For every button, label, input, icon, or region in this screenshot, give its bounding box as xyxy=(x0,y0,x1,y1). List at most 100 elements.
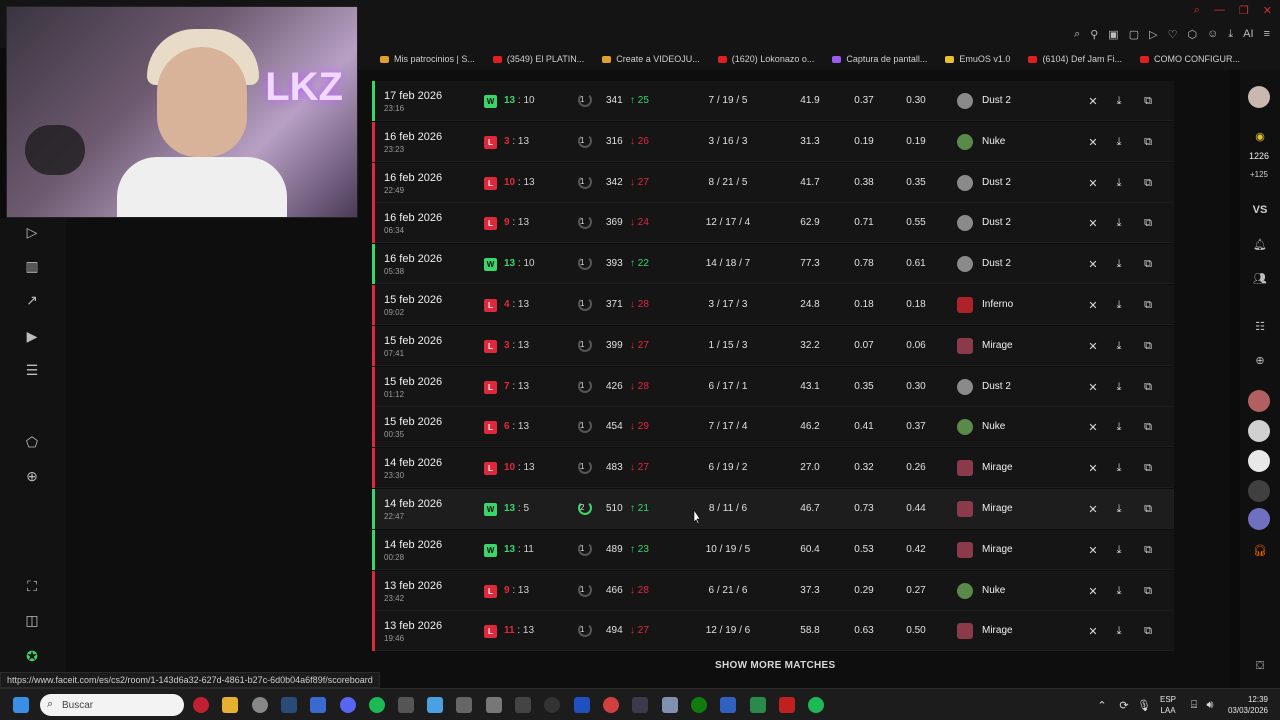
friend-avatar[interactable] xyxy=(1248,450,1270,472)
friend-avatar[interactable] xyxy=(1248,508,1270,530)
club-icon[interactable]: ⬠ xyxy=(22,432,42,452)
download-demo-icon[interactable]: ⤓ xyxy=(1112,502,1126,516)
notifications-icon[interactable]: 🔔︎ xyxy=(1250,234,1270,254)
download-demo-icon[interactable]: ⤓ xyxy=(1112,298,1126,312)
compare-icon[interactable]: ✕ xyxy=(1086,502,1100,516)
compare-icon[interactable]: ✕ xyxy=(1086,298,1100,312)
play-icon[interactable]: ▷ xyxy=(1149,28,1157,41)
windows-start-icon[interactable] xyxy=(13,697,29,713)
bookmark-item[interactable]: (6104) Def Jam Fi... xyxy=(1028,54,1122,64)
microphone-icon[interactable]: 🎙︎ xyxy=(1134,695,1154,715)
minimize-icon[interactable]: — xyxy=(1214,4,1225,17)
friend-avatar[interactable] xyxy=(1248,390,1270,412)
download-demo-icon[interactable]: ⤓ xyxy=(1112,380,1126,394)
zoom-icon[interactable]: ⌕ xyxy=(1074,28,1080,41)
friend-avatar[interactable] xyxy=(1248,480,1270,502)
download-demo-icon[interactable]: ⤓ xyxy=(1112,176,1126,190)
match-row[interactable]: 13 feb 2026 19:46 L 11 : 13 1 494 ↓ 27 1… xyxy=(372,611,1174,651)
app-icon[interactable] xyxy=(310,697,326,713)
ai-button[interactable]: AI xyxy=(1243,28,1253,41)
opera-gx-icon[interactable] xyxy=(193,697,209,713)
system-clock[interactable]: 12:39 03/03/2026 xyxy=(1228,694,1268,716)
match-row[interactable]: 16 feb 2026 22:49 L 10 : 13 1 342 ↓ 27 8… xyxy=(372,163,1174,203)
match-row[interactable]: 16 feb 2026 05:38 W 13 : 10 1 393 ↑ 22 1… xyxy=(372,244,1174,284)
open-external-icon[interactable]: ⧉ xyxy=(1141,380,1155,394)
file-explorer-icon[interactable] xyxy=(222,697,238,713)
open-external-icon[interactable]: ⧉ xyxy=(1141,135,1155,149)
spotify-icon[interactable] xyxy=(369,697,385,713)
game-icon[interactable] xyxy=(486,697,502,713)
game-icon[interactable] xyxy=(456,697,472,713)
user-avatar[interactable] xyxy=(1248,86,1270,108)
tab-icon[interactable]: ▢ xyxy=(1129,28,1139,41)
match-row[interactable]: 16 feb 2026 06:34 L 9 : 13 1 369 ↓ 24 12… xyxy=(372,203,1174,243)
bookmark-item[interactable]: (1620) Lokonazo o... xyxy=(717,54,814,64)
compare-icon[interactable]: ✕ xyxy=(1086,461,1100,475)
open-external-icon[interactable]: ⧉ xyxy=(1141,216,1155,230)
discord-icon[interactable] xyxy=(340,697,356,713)
headset-icon[interactable]: 🎧︎ xyxy=(1250,540,1270,560)
match-row[interactable]: 13 feb 2026 23:42 L 9 : 13 1 466 ↓ 28 6 … xyxy=(372,571,1174,611)
download-demo-icon[interactable]: ⤓ xyxy=(1112,257,1126,271)
list-icon[interactable]: ☰ xyxy=(22,360,42,380)
heart-icon[interactable]: ♡ xyxy=(1168,28,1178,41)
app-icon[interactable] xyxy=(515,697,531,713)
compare-icon[interactable]: ✕ xyxy=(1086,380,1100,394)
leaderboard-icon[interactable]: ▥ xyxy=(22,256,42,276)
bookmark-item[interactable]: (3549) El PLATIN... xyxy=(492,54,584,64)
restore-icon[interactable]: ❐ xyxy=(1239,4,1249,17)
app-icon[interactable] xyxy=(574,697,590,713)
open-external-icon[interactable]: ⧉ xyxy=(1141,257,1155,271)
show-more-matches-button[interactable]: SHOW MORE MATCHES xyxy=(715,660,835,671)
app-icon[interactable] xyxy=(603,697,619,713)
download-demo-icon[interactable]: ⤓ xyxy=(1112,420,1126,434)
open-external-icon[interactable]: ⧉ xyxy=(1141,339,1155,353)
versus-button[interactable]: VS xyxy=(1250,200,1270,220)
shop-icon[interactable]: ◫ xyxy=(22,610,42,630)
party-icon[interactable]: ☷ xyxy=(1250,316,1270,336)
app-icon[interactable] xyxy=(662,697,678,713)
download-icon[interactable]: ⤓ xyxy=(1228,28,1233,41)
notepad-icon[interactable] xyxy=(427,697,443,713)
spotify-icon[interactable] xyxy=(808,697,824,713)
tray-app-icon[interactable]: ⟳ xyxy=(1114,695,1134,715)
bookmark-item[interactable]: Create a VIDEOJU... xyxy=(602,54,700,64)
fullscreen-icon[interactable]: ⛶ xyxy=(22,576,42,596)
add-circle-icon[interactable]: ⊕ xyxy=(22,466,42,486)
compare-icon[interactable]: ✕ xyxy=(1086,216,1100,230)
match-row[interactable]: 17 feb 2026 23:16 W 13 : 10 1 341 ↑ 25 7… xyxy=(372,81,1174,121)
match-row[interactable]: 14 feb 2026 22:47 W 13 : 5 2 510 ↑ 21 8 … xyxy=(372,489,1174,529)
match-row[interactable]: 16 feb 2026 23:23 L 3 : 13 1 316 ↓ 26 3 … xyxy=(372,122,1174,162)
taskbar-search[interactable]: ⌕ Buscar xyxy=(40,694,184,716)
bookmark-item[interactable]: COMO CONFIGUR... xyxy=(1139,54,1240,64)
compare-icon[interactable]: ✕ xyxy=(1086,420,1100,434)
open-external-icon[interactable]: ⧉ xyxy=(1141,543,1155,557)
close-icon[interactable]: ✕ xyxy=(1263,4,1272,17)
open-external-icon[interactable]: ⧉ xyxy=(1141,176,1155,190)
app-icon[interactable] xyxy=(720,697,736,713)
screenshot-icon[interactable]: ▣ xyxy=(1108,28,1118,41)
app-icon[interactable] xyxy=(632,697,648,713)
menu-icon[interactable]: ≡ xyxy=(1264,28,1270,41)
pin-icon[interactable]: ⚲ xyxy=(1090,28,1098,41)
tray-chevron-icon[interactable]: ⌃ xyxy=(1092,695,1112,715)
friend-avatar[interactable] xyxy=(1248,420,1270,442)
open-external-icon[interactable]: ⧉ xyxy=(1141,420,1155,434)
app-icon[interactable] xyxy=(398,697,414,713)
download-demo-icon[interactable]: ⤓ xyxy=(1112,543,1126,557)
open-external-icon[interactable]: ⧉ xyxy=(1141,624,1155,638)
stats-chart-icon[interactable]: ↗ xyxy=(22,290,42,310)
faceit-star-icon[interactable]: ✪ xyxy=(22,646,42,666)
open-external-icon[interactable]: ⧉ xyxy=(1141,94,1155,108)
bookmark-item[interactable]: Captura de pantall... xyxy=(832,54,927,64)
keyboard-language[interactable]: ESP LAA xyxy=(1160,694,1176,716)
download-demo-icon[interactable]: ⤓ xyxy=(1112,461,1126,475)
open-external-icon[interactable]: ⧉ xyxy=(1141,502,1155,516)
match-row[interactable]: 15 feb 2026 07:41 L 3 : 13 1 399 ↓ 27 1 … xyxy=(372,326,1174,366)
compare-icon[interactable]: ✕ xyxy=(1086,176,1100,190)
open-external-icon[interactable]: ⧉ xyxy=(1141,298,1155,312)
volume-icon[interactable]: 🔊︎ xyxy=(1200,695,1220,715)
app-icon[interactable] xyxy=(779,697,795,713)
download-demo-icon[interactable]: ⤓ xyxy=(1112,135,1126,149)
play-icon[interactable]: ▷ xyxy=(22,222,42,242)
